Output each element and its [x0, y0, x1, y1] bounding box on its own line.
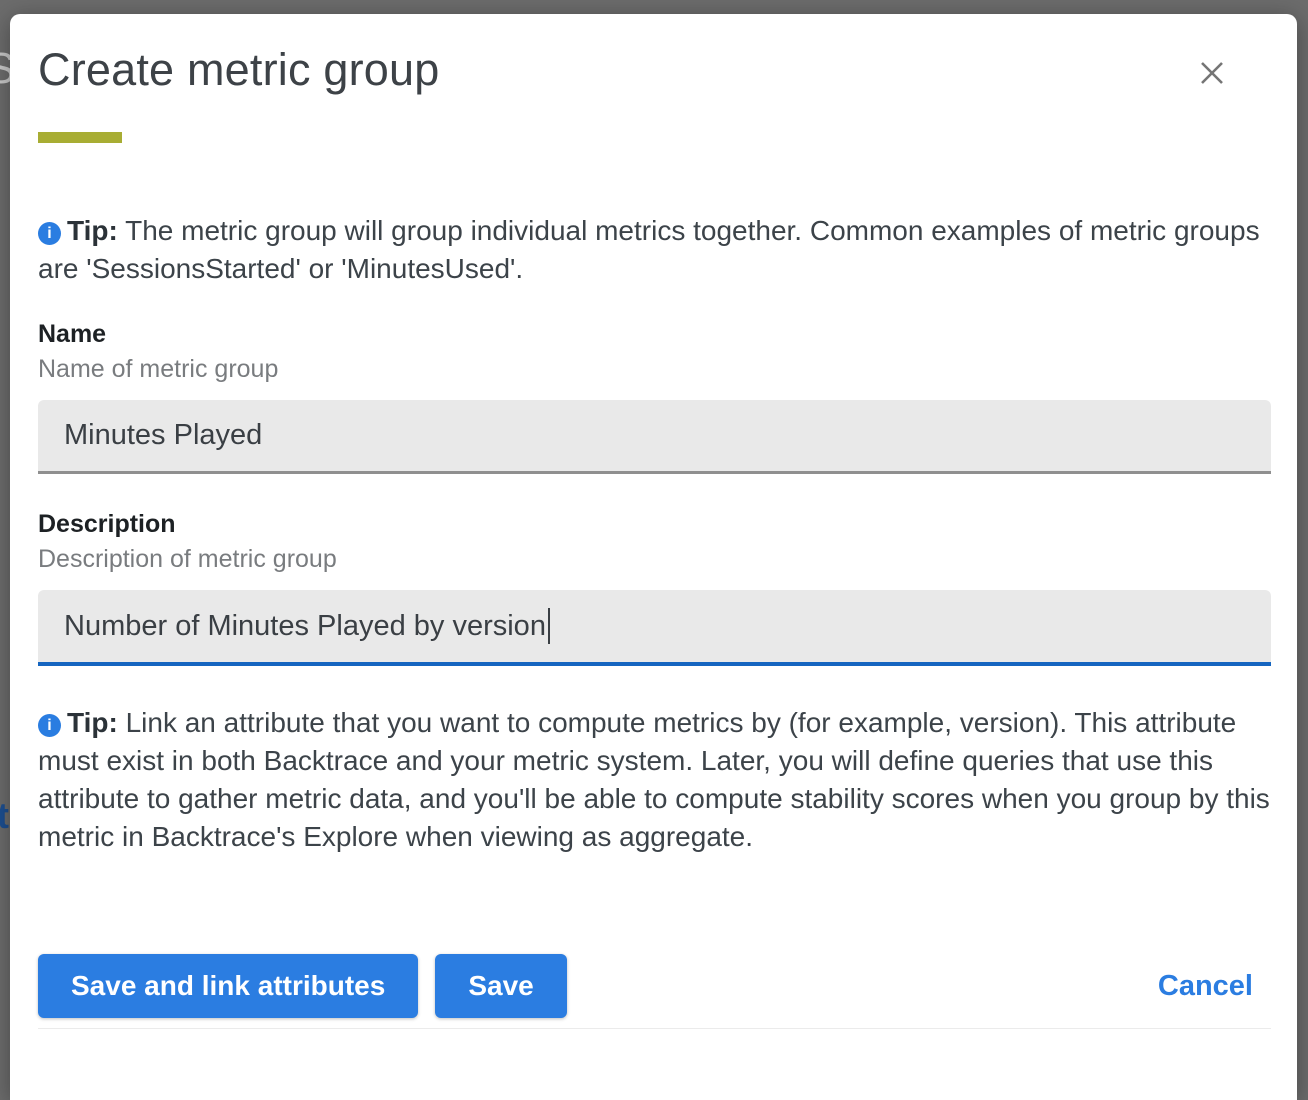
tip-metric-group: i Tip: The metric group will group indivi… — [38, 212, 1271, 288]
description-sublabel: Description of metric group — [38, 542, 1271, 576]
accent-bar — [38, 132, 122, 143]
text-cursor — [548, 608, 550, 644]
description-label: Description — [38, 508, 1271, 540]
save-and-link-attributes-button[interactable]: Save and link attributes — [38, 954, 418, 1018]
save-button[interactable]: Save — [435, 954, 566, 1018]
create-metric-group-dialog: Create metric group i Tip: The metric gro… — [10, 14, 1297, 1100]
tip-text: The metric group will group individual m… — [38, 215, 1260, 284]
name-label: Name — [38, 318, 1271, 350]
close-button[interactable] — [1193, 54, 1231, 92]
tip-label: Tip: — [67, 215, 118, 246]
dialog-header: Create metric group — [38, 14, 1271, 96]
description-input-value: Number of Minutes Played by version — [64, 610, 546, 643]
description-input[interactable]: Number of Minutes Played by version — [38, 590, 1271, 666]
cancel-button[interactable]: Cancel — [1158, 970, 1253, 1003]
tip-text: Link an attribute that you want to compu… — [38, 707, 1270, 852]
info-icon: i — [38, 222, 61, 245]
name-input-value: Minutes Played — [64, 419, 262, 452]
name-input[interactable]: Minutes Played — [38, 400, 1271, 474]
name-sublabel: Name of metric group — [38, 352, 1271, 386]
background-text-fragment: S — [0, 44, 10, 96]
close-icon — [1196, 57, 1228, 89]
tip-label: Tip: — [67, 707, 118, 738]
footer-divider — [38, 1028, 1271, 1029]
dialog-footer: Save and link attributes Save Cancel — [38, 954, 1271, 1018]
tip-link-attribute: i Tip: Link an attribute that you want to… — [38, 704, 1271, 856]
dialog-title: Create metric group — [38, 44, 439, 96]
background-text-fragment: t — [0, 795, 10, 845]
info-icon: i — [38, 714, 61, 737]
